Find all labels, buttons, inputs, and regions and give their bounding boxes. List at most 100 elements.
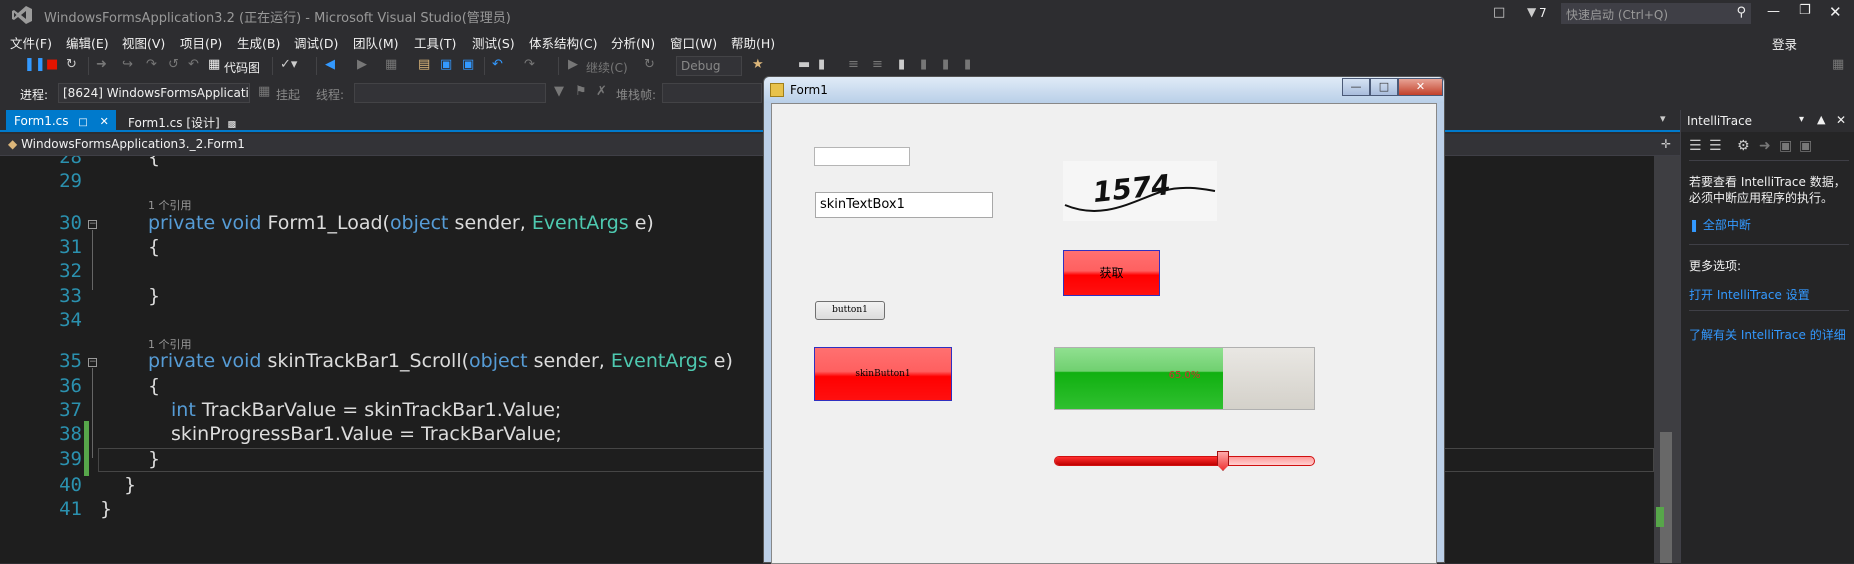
- menu-debug[interactable]: 调试(D): [294, 33, 338, 52]
- restart-icon[interactable]: ↻: [66, 57, 77, 72]
- thread-select[interactable]: [354, 83, 546, 103]
- collapse-icon[interactable]: −: [88, 220, 97, 229]
- panel-dropdown-icon[interactable]: ▾: [1799, 114, 1804, 125]
- form1-maximize-button[interactable]: □: [1370, 78, 1398, 96]
- clear-bookmarks-icon[interactable]: ▮: [964, 57, 971, 72]
- minimize-button[interactable]: —: [1767, 4, 1780, 19]
- get-button[interactable]: 获取: [1063, 250, 1160, 296]
- code-map-label[interactable]: 代码图: [224, 59, 260, 76]
- quick-launch-input[interactable]: 快速启动 (Ctrl+Q) ⚲: [1561, 3, 1751, 24]
- configuration-select[interactable]: Debug: [676, 56, 742, 76]
- code-map-icon[interactable]: ▦: [208, 57, 220, 72]
- step-over-icon[interactable]: ↷: [146, 57, 157, 72]
- tab-form1-cs[interactable]: Form1.cs □ ✕: [6, 110, 116, 132]
- line-number: 31: [59, 236, 82, 258]
- browser-link-icon[interactable]: ★: [752, 57, 764, 72]
- login-link[interactable]: 登录: [1772, 34, 1797, 53]
- form1-titlebar[interactable]: Form1 — □ ✕: [764, 77, 1444, 103]
- menu-test[interactable]: 测试(S): [472, 33, 515, 52]
- stack-frame-select[interactable]: [662, 83, 762, 103]
- menu-file[interactable]: 文件(F): [10, 33, 52, 52]
- save-all-icon[interactable]: ▣: [462, 57, 474, 72]
- debug-tools-icon[interactable]: ✓▾: [280, 57, 297, 72]
- tab-dropdown-icon[interactable]: ▾: [1660, 112, 1666, 125]
- solution-explorer-icon[interactable]: ▦: [385, 57, 397, 72]
- step-out-icon[interactable]: ↺: [168, 57, 179, 72]
- open-file-icon[interactable]: ▤: [418, 57, 430, 72]
- filter-icon[interactable]: ▼: [554, 84, 564, 99]
- menu-analyze[interactable]: 分析(N): [611, 33, 655, 52]
- menu-project[interactable]: 项目(P): [180, 33, 222, 52]
- undo-icon[interactable]: ↶: [492, 57, 503, 72]
- line-number: 37: [59, 399, 82, 421]
- process-select[interactable]: [8624] WindowsFormsApplicati: [58, 83, 250, 103]
- form1-minimize-button[interactable]: —: [1342, 78, 1370, 96]
- toolbar-overflow-icon[interactable]: ▦: [1832, 57, 1844, 72]
- skin-textbox[interactable]: skinTextBox1: [815, 192, 993, 218]
- prev-bookmark-icon[interactable]: ▮: [920, 57, 927, 72]
- lifecycle-icon[interactable]: ▦: [258, 84, 270, 99]
- panel-pin-icon[interactable]: ▲: [1817, 113, 1825, 126]
- menu-tools[interactable]: 工具(T): [414, 33, 456, 52]
- tab-form1-design[interactable]: Form1.cs [设计] ▩: [120, 110, 240, 132]
- trackbar-thumb[interactable]: [1217, 451, 1229, 471]
- navigate-icon[interactable]: ➜: [1759, 138, 1771, 154]
- step-into-icon[interactable]: ↪: [122, 57, 133, 72]
- restore-button[interactable]: ❐: [1799, 3, 1811, 18]
- menu-build[interactable]: 生成(B): [237, 33, 280, 52]
- scrollbar-thumb[interactable]: [1660, 432, 1672, 563]
- list-view-icon[interactable]: ☰: [1689, 138, 1702, 154]
- panel-close-icon[interactable]: ✕: [1836, 113, 1846, 127]
- close-button[interactable]: ✕: [1829, 3, 1842, 21]
- refresh-icon[interactable]: ↻: [644, 57, 655, 72]
- textbox[interactable]: [814, 147, 910, 166]
- save-icon[interactable]: ▣: [440, 57, 452, 72]
- skin-button1[interactable]: skinButton1: [814, 347, 952, 401]
- editor-vertical-scrollbar[interactable]: [1654, 156, 1680, 563]
- menu-help[interactable]: 帮助(H): [731, 33, 775, 52]
- menu-architecture[interactable]: 体系结构(C): [529, 33, 597, 52]
- menu-view[interactable]: 视图(V): [122, 33, 165, 52]
- step-back-icon[interactable]: ↶: [188, 57, 199, 72]
- pin-icon[interactable]: □: [78, 117, 87, 128]
- bookmark-icon[interactable]: ▮: [898, 57, 905, 72]
- collapse-icon[interactable]: −: [88, 358, 97, 367]
- redo-icon[interactable]: ↷: [524, 57, 535, 72]
- menu-team[interactable]: 团队(M): [353, 33, 399, 52]
- forward-icon[interactable]: ▶: [357, 57, 367, 72]
- notification-flag-icon[interactable]: ▼: [1527, 5, 1536, 19]
- trackbar-fill: [1055, 457, 1223, 465]
- form1-window[interactable]: Form1 — □ ✕ skinTextBox1 1574 获取 button1…: [763, 76, 1445, 564]
- split-icon[interactable]: ✛: [1661, 137, 1671, 151]
- back-icon[interactable]: ◀: [325, 57, 335, 72]
- toolbar-separator: [272, 57, 273, 75]
- menu-window[interactable]: 窗口(W): [670, 33, 717, 52]
- layout-icon[interactable]: ▬: [798, 57, 810, 72]
- open-trace-icon[interactable]: ▣: [1799, 138, 1812, 154]
- menu-edit[interactable]: 编辑(E): [66, 33, 109, 52]
- open-settings-link[interactable]: 打开 IntelliTrace 设置: [1689, 286, 1810, 303]
- button1[interactable]: button1: [815, 301, 885, 320]
- reference-count[interactable]: 1 个引用: [148, 197, 192, 213]
- close-tab-icon[interactable]: ✕: [100, 115, 109, 128]
- form1-close-button[interactable]: ✕: [1398, 78, 1443, 96]
- pause-icon[interactable]: ❚❚: [24, 57, 46, 72]
- align-icon[interactable]: ▮: [818, 57, 825, 72]
- continue-icon[interactable]: ▶: [568, 57, 578, 72]
- uncomment-icon[interactable]: ≡: [872, 57, 883, 72]
- flag-thread-icon[interactable]: ⚑: [575, 84, 587, 99]
- comment-icon[interactable]: ≡: [848, 57, 859, 72]
- show-threads-icon[interactable]: ✗: [596, 84, 607, 99]
- show-next-statement-icon[interactable]: ➜: [96, 57, 107, 72]
- settings-gear-icon[interactable]: ⚙: [1737, 138, 1750, 154]
- skin-trackbar[interactable]: [1054, 451, 1315, 471]
- feedback-icon[interactable]: □: [1493, 5, 1505, 20]
- next-bookmark-icon[interactable]: ▮: [942, 57, 949, 72]
- learn-more-link[interactable]: 了解有关 IntelliTrace 的详细: [1689, 326, 1846, 343]
- suspend-label[interactable]: 挂起: [276, 86, 300, 103]
- stop-icon[interactable]: ■: [46, 57, 58, 72]
- break-all-link[interactable]: ❚ 全部中断: [1689, 216, 1751, 233]
- continue-label[interactable]: 继续(C): [586, 59, 628, 76]
- save-trace-icon[interactable]: ▣: [1779, 138, 1792, 154]
- tree-view-icon[interactable]: ☰: [1709, 138, 1722, 154]
